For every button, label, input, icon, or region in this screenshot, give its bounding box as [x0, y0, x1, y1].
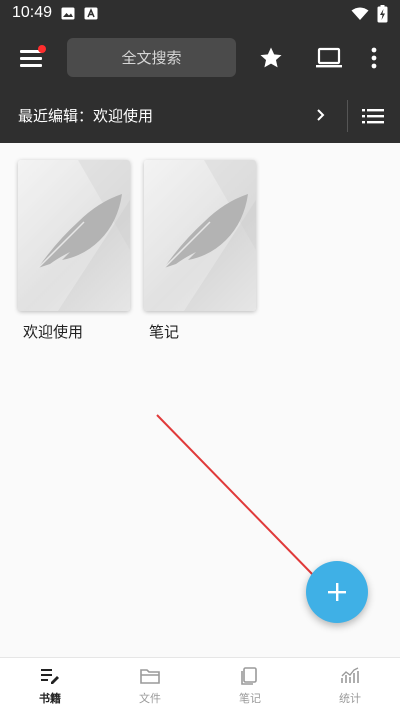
notification-dot [38, 45, 46, 53]
status-time: 10:49 [12, 4, 53, 21]
book-cover [18, 160, 130, 311]
feather-icon [163, 194, 248, 269]
chevron-right-icon[interactable] [312, 105, 330, 125]
book-cover [144, 160, 256, 311]
menu-button[interactable] [12, 38, 52, 78]
recent-edit-label: 最近编辑：欢迎使用 [18, 108, 154, 125]
top-toolbar: 全文搜索 [0, 28, 400, 88]
plus-icon [328, 583, 346, 601]
nav-stats[interactable]: 统计 [300, 658, 400, 711]
nav-label: 书籍 [39, 693, 61, 705]
book-title: 笔记 [149, 324, 180, 341]
nav-label: 笔记 [239, 693, 261, 705]
note-icon [241, 667, 257, 685]
list-view-icon[interactable] [361, 106, 385, 126]
star-icon [260, 47, 282, 68]
chart-icon [341, 667, 359, 683]
folder-icon [140, 669, 160, 684]
laptop-icon [316, 47, 342, 68]
more-options-button[interactable] [361, 44, 387, 72]
feather-icon [37, 194, 122, 269]
nav-label: 文件 [139, 693, 161, 705]
nav-books[interactable]: 书籍 [0, 658, 100, 711]
add-book-button[interactable] [306, 561, 368, 623]
wifi-icon [351, 7, 369, 20]
app-a-icon [84, 7, 98, 20]
book-card[interactable]: 笔记 [144, 160, 256, 342]
status-bar: 10:49 [0, 0, 400, 28]
battery-icon [377, 5, 388, 23]
recent-edit-bar[interactable]: 最近编辑：欢迎使用 [0, 88, 400, 143]
divider [347, 100, 348, 132]
image-icon [61, 7, 75, 20]
nav-files[interactable]: 文件 [100, 658, 200, 711]
nav-label: 统计 [339, 693, 361, 705]
more-vert-icon [371, 47, 377, 69]
book-title: 欢迎使用 [23, 324, 84, 341]
favorites-button[interactable] [257, 44, 285, 72]
desktop-mode-button[interactable] [315, 44, 343, 72]
book-edit-icon [41, 669, 59, 684]
book-card[interactable]: 欢迎使用 [18, 160, 130, 342]
search-input[interactable]: 全文搜索 [67, 38, 236, 77]
bottom-navigation: 书籍 文件 笔记 统计 [0, 657, 400, 711]
nav-notes[interactable]: 笔记 [200, 658, 300, 711]
